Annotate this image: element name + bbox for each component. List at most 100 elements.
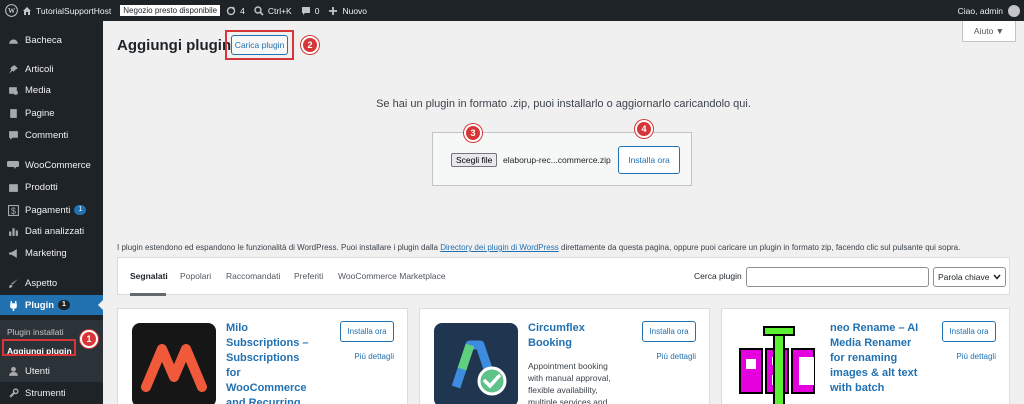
sidebar-item-label: Pagamenti xyxy=(25,204,71,216)
abc-logo-icon xyxy=(736,323,820,404)
sidebar-item-aspetto[interactable]: Aspetto xyxy=(0,273,103,293)
tools-icon xyxy=(7,387,19,399)
plugin-description: Appointment booking with manual approval… xyxy=(528,361,611,404)
brush-icon xyxy=(7,277,19,289)
media-icon xyxy=(7,84,19,96)
search-type-value: Parola chiave xyxy=(938,272,990,282)
search-plugin-input[interactable] xyxy=(746,267,929,287)
plugin-info-text: I plugin estendono ed espandono le funzi… xyxy=(117,243,960,252)
sidebar-item-label: Prodotti xyxy=(25,181,58,193)
install-now-button[interactable]: Installa ora xyxy=(642,321,696,342)
plugin-card-circumflex: Circumflex Booking Appointment booking w… xyxy=(419,308,710,404)
plugin-name[interactable]: Circumflex Booking xyxy=(528,321,618,351)
plugin-name[interactable]: neo Rename – AI Media Renamer for renami… xyxy=(830,321,920,396)
plugin-count-badge: 1 xyxy=(58,300,70,310)
updates-count: 4 xyxy=(240,5,245,16)
dollar-icon: $ xyxy=(7,204,19,216)
more-details-link[interactable]: Più dettagli xyxy=(354,352,394,361)
archive-icon xyxy=(7,181,19,193)
store-coming-soon-badge[interactable]: Negozio presto disponibile xyxy=(120,5,221,16)
chart-icon xyxy=(7,225,19,237)
step-marker-1: 1 xyxy=(80,330,98,348)
submenu-plugin-installati[interactable]: Plugin installati xyxy=(7,327,64,337)
sidebar-item-dati-analizzati[interactable]: Dati analizzati xyxy=(0,221,103,241)
sidebar-item-articoli[interactable]: Articoli xyxy=(0,59,103,79)
sidebar-item-label: Aspetto xyxy=(25,277,58,289)
upload-plugin-button[interactable]: Carica plugin xyxy=(231,35,288,55)
comments-count: 0 xyxy=(314,5,320,16)
search-icon xyxy=(254,5,264,16)
main-content: Aiuto ▼ Aggiungi plugin Carica plugin 2 … xyxy=(103,21,1024,404)
sidebar-item-label: Commenti xyxy=(25,129,69,141)
wordpress-logo-icon[interactable]: W xyxy=(0,0,22,21)
plugin-card-neo-rename: neo Rename – AI Media Renamer for renami… xyxy=(721,308,1010,404)
sidebar-item-pagamenti[interactable]: $ Pagamenti 1 xyxy=(0,200,103,220)
plugin-filter-bar: Segnalati Popolari Raccomandati Preferit… xyxy=(117,257,1010,296)
sidebar-item-strumenti[interactable]: Strumenti xyxy=(0,383,103,403)
svg-text:W: W xyxy=(7,7,15,15)
plugin-directory-link[interactable]: Directory dei plugin di WordPress xyxy=(440,243,559,252)
page-title: Aggiungi plugin xyxy=(117,37,232,54)
milo-logo-icon xyxy=(132,323,216,404)
plugin-icon xyxy=(7,299,19,311)
plugin-card-milo: Milo Subscriptions – Subscriptions for W… xyxy=(117,308,408,404)
plus-icon xyxy=(329,6,338,15)
sidebar-item-plugin[interactable]: Plugin 1 xyxy=(0,295,103,315)
tab-woocommerce-marketplace[interactable]: WooCommerce Marketplace xyxy=(338,271,446,281)
comments-link[interactable]: 0 xyxy=(301,5,320,16)
install-now-button[interactable]: Installa ora xyxy=(618,146,680,174)
site-name: TutorialSupportHost xyxy=(36,5,112,16)
svg-text:$: $ xyxy=(11,205,16,215)
megaphone-icon xyxy=(7,247,19,259)
greeting: Ciao, admin xyxy=(957,5,1003,16)
more-details-link[interactable]: Più dettagli xyxy=(656,352,696,361)
sidebar-item-media[interactable]: Media xyxy=(0,80,103,100)
home-icon xyxy=(23,6,31,15)
site-name-link[interactable]: TutorialSupportHost xyxy=(22,6,111,16)
more-details-link[interactable]: Più dettagli xyxy=(956,352,996,361)
command-palette-link[interactable]: Ctrl+K xyxy=(254,6,292,16)
sidebar-item-prodotti[interactable]: Prodotti xyxy=(0,177,103,197)
sidebar-item-bacheca[interactable]: Bacheca xyxy=(0,30,103,50)
new-content-link[interactable]: Nuovo xyxy=(328,6,367,16)
step-marker-3: 3 xyxy=(464,124,482,142)
sidebar-item-pagine[interactable]: Pagine xyxy=(0,103,103,123)
plugin-name[interactable]: Milo Subscriptions – Subscriptions for W… xyxy=(226,321,316,404)
sidebar-item-marketing[interactable]: Marketing xyxy=(0,243,103,263)
step-marker-4: 4 xyxy=(635,120,653,138)
tab-segnalati[interactable]: Segnalati xyxy=(130,271,168,281)
sidebar-item-label: Plugin xyxy=(25,299,55,311)
sidebar-item-label: Media xyxy=(25,84,51,96)
page-icon xyxy=(7,107,19,119)
sidebar-item-label: Utenti xyxy=(25,365,50,377)
info-text-after: direttamente da questa pagina, oppure pu… xyxy=(558,243,961,252)
admin-bar: W TutorialSupportHost Negozio presto dis… xyxy=(0,0,1024,21)
updates-link[interactable]: 4 xyxy=(226,6,245,16)
tab-popolari[interactable]: Popolari xyxy=(180,271,211,281)
search-shortcut: Ctrl+K xyxy=(267,5,292,16)
pagamenti-count-badge: 1 xyxy=(74,205,87,215)
highlight-aggiungi-plugin xyxy=(2,339,76,356)
sidebar-item-label: WooCommerce xyxy=(25,159,91,171)
comment-icon xyxy=(7,129,19,141)
woo-icon xyxy=(7,159,19,171)
sidebar-item-woocommerce[interactable]: WooCommerce xyxy=(0,155,103,175)
help-button[interactable]: Aiuto ▼ xyxy=(962,21,1016,42)
choose-file-button[interactable]: Scegli file xyxy=(451,153,498,167)
my-account[interactable]: Ciao, admin xyxy=(958,0,1020,21)
install-now-button[interactable]: Installa ora xyxy=(942,321,996,342)
comment-icon xyxy=(301,6,310,15)
sidebar-item-commenti[interactable]: Commenti xyxy=(0,125,103,145)
sidebar-item-label: Pagine xyxy=(25,107,55,119)
upload-instructions: Se hai un plugin in formato .zip, puoi i… xyxy=(376,98,751,110)
install-now-button[interactable]: Installa ora xyxy=(340,321,394,342)
admin-sidebar: Bacheca Articoli Media Pagine Commenti W… xyxy=(0,21,103,404)
tab-preferiti[interactable]: Preferiti xyxy=(294,271,323,281)
step-marker-2: 2 xyxy=(301,36,319,54)
sidebar-item-label: Strumenti xyxy=(25,387,66,399)
search-type-select[interactable]: Parola chiave xyxy=(933,267,1006,287)
dashboard-icon xyxy=(7,34,19,46)
search-plugin-label: Cerca plugin xyxy=(694,271,742,281)
sidebar-item-utenti[interactable]: Utenti xyxy=(0,361,103,381)
tab-raccomandati[interactable]: Raccomandati xyxy=(226,271,280,281)
